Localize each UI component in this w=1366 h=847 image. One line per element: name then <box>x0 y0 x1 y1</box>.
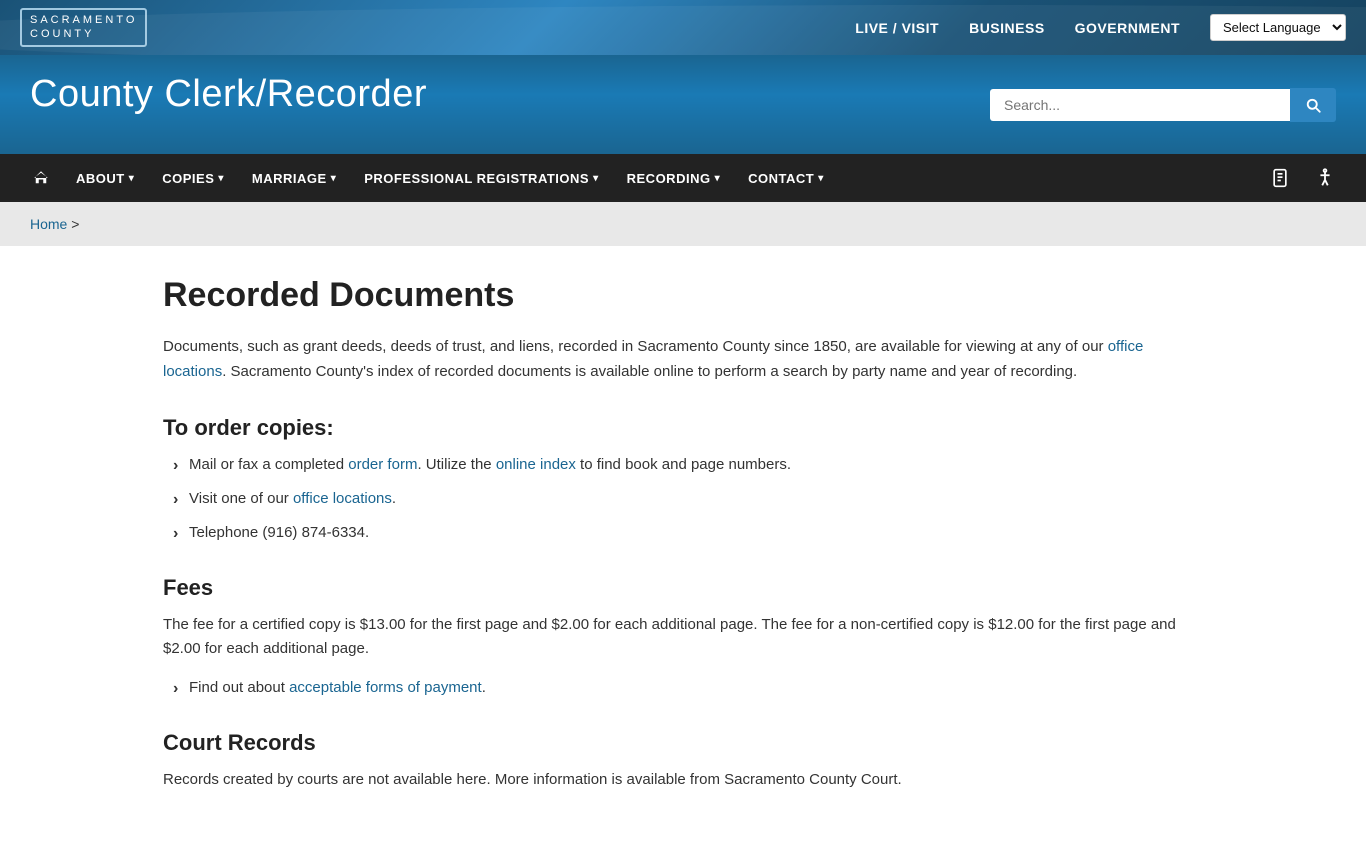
main-content: Recorded Documents Documents, such as gr… <box>133 246 1233 847</box>
nav-about[interactable]: ABOUT ▾ <box>62 157 148 200</box>
top-bar: SACRAMENTO COUNTY LIVE / VISIT BUSINESS … <box>0 0 1366 55</box>
breadcrumb-home-link[interactable]: Home <box>30 216 67 232</box>
logo-area: SACRAMENTO COUNTY <box>20 8 147 46</box>
list-item: Find out about acceptable forms of payme… <box>173 676 1203 700</box>
search-button[interactable] <box>1290 88 1336 122</box>
search-area <box>990 88 1336 122</box>
language-selector[interactable]: Select Language <box>1210 14 1346 41</box>
nav-home[interactable] <box>20 155 62 201</box>
acceptable-payment-link[interactable]: acceptable forms of payment <box>289 679 482 696</box>
fees-list: Find out about acceptable forms of payme… <box>173 676 1203 700</box>
nav-professional-registrations[interactable]: PROFESSIONAL REGISTRATIONS ▾ <box>350 157 612 200</box>
recording-chevron: ▾ <box>715 173 721 184</box>
top-navigation: LIVE / VISIT BUSINESS GOVERNMENT Select … <box>855 14 1346 41</box>
accessibility-icon-button[interactable] <box>1304 159 1346 197</box>
document-icon-button[interactable] <box>1260 160 1300 196</box>
top-nav-live-visit[interactable]: LIVE / VISIT <box>855 20 939 36</box>
main-navigation: ABOUT ▾ COPIES ▾ MARRIAGE ▾ PROFESSIONAL… <box>0 154 1366 202</box>
order-form-link[interactable]: order form <box>348 456 417 473</box>
list-item: Telephone (916) 874-6334. <box>173 521 1203 545</box>
breadcrumb-separator: > <box>71 216 79 232</box>
nav-marriage[interactable]: MARRIAGE ▾ <box>238 157 350 200</box>
breadcrumb-bar: Home > <box>0 202 1366 246</box>
copies-chevron: ▾ <box>218 173 224 184</box>
list-item: Mail or fax a completed order form. Util… <box>173 453 1203 477</box>
nav-contact[interactable]: CONTACT ▾ <box>734 157 838 200</box>
intro-paragraph: Documents, such as grant deeds, deeds of… <box>163 335 1203 385</box>
site-title: County Clerk/Recorder <box>30 73 427 116</box>
logo-line1: SACRAMENTO <box>30 14 137 27</box>
court-records-paragraph: Records created by courts are not availa… <box>163 768 1203 793</box>
fees-paragraph: The fee for a certified copy is $13.00 f… <box>163 613 1203 663</box>
profreg-chevron: ▾ <box>593 173 599 184</box>
home-icon <box>32 169 50 187</box>
search-icon <box>1304 96 1322 114</box>
about-chevron: ▾ <box>129 173 135 184</box>
site-logo: SACRAMENTO COUNTY <box>20 8 147 46</box>
fees-heading: Fees <box>163 575 1203 601</box>
accessibility-icon <box>1314 167 1336 189</box>
list-item: Visit one of our office locations. <box>173 487 1203 511</box>
nav-recording[interactable]: RECORDING ▾ <box>613 157 734 200</box>
nav-copies[interactable]: COPIES ▾ <box>148 157 238 200</box>
office-locations-link-2[interactable]: office locations <box>293 490 392 507</box>
online-index-link[interactable]: online index <box>496 456 576 473</box>
contact-chevron: ▾ <box>818 173 824 184</box>
court-records-heading: Court Records <box>163 730 1203 756</box>
order-copies-heading: To order copies: <box>163 415 1203 441</box>
top-nav-business[interactable]: BUSINESS <box>969 20 1045 36</box>
document-icon <box>1270 168 1290 188</box>
header-band: County Clerk/Recorder <box>0 55 1366 154</box>
nav-utility-icons <box>1260 159 1346 197</box>
top-nav-government[interactable]: GOVERNMENT <box>1075 20 1180 36</box>
search-input[interactable] <box>990 89 1290 121</box>
order-copies-list: Mail or fax a completed order form. Util… <box>173 453 1203 545</box>
marriage-chevron: ▾ <box>331 173 337 184</box>
logo-line2: COUNTY <box>30 28 137 41</box>
page-title: Recorded Documents <box>163 276 1203 315</box>
